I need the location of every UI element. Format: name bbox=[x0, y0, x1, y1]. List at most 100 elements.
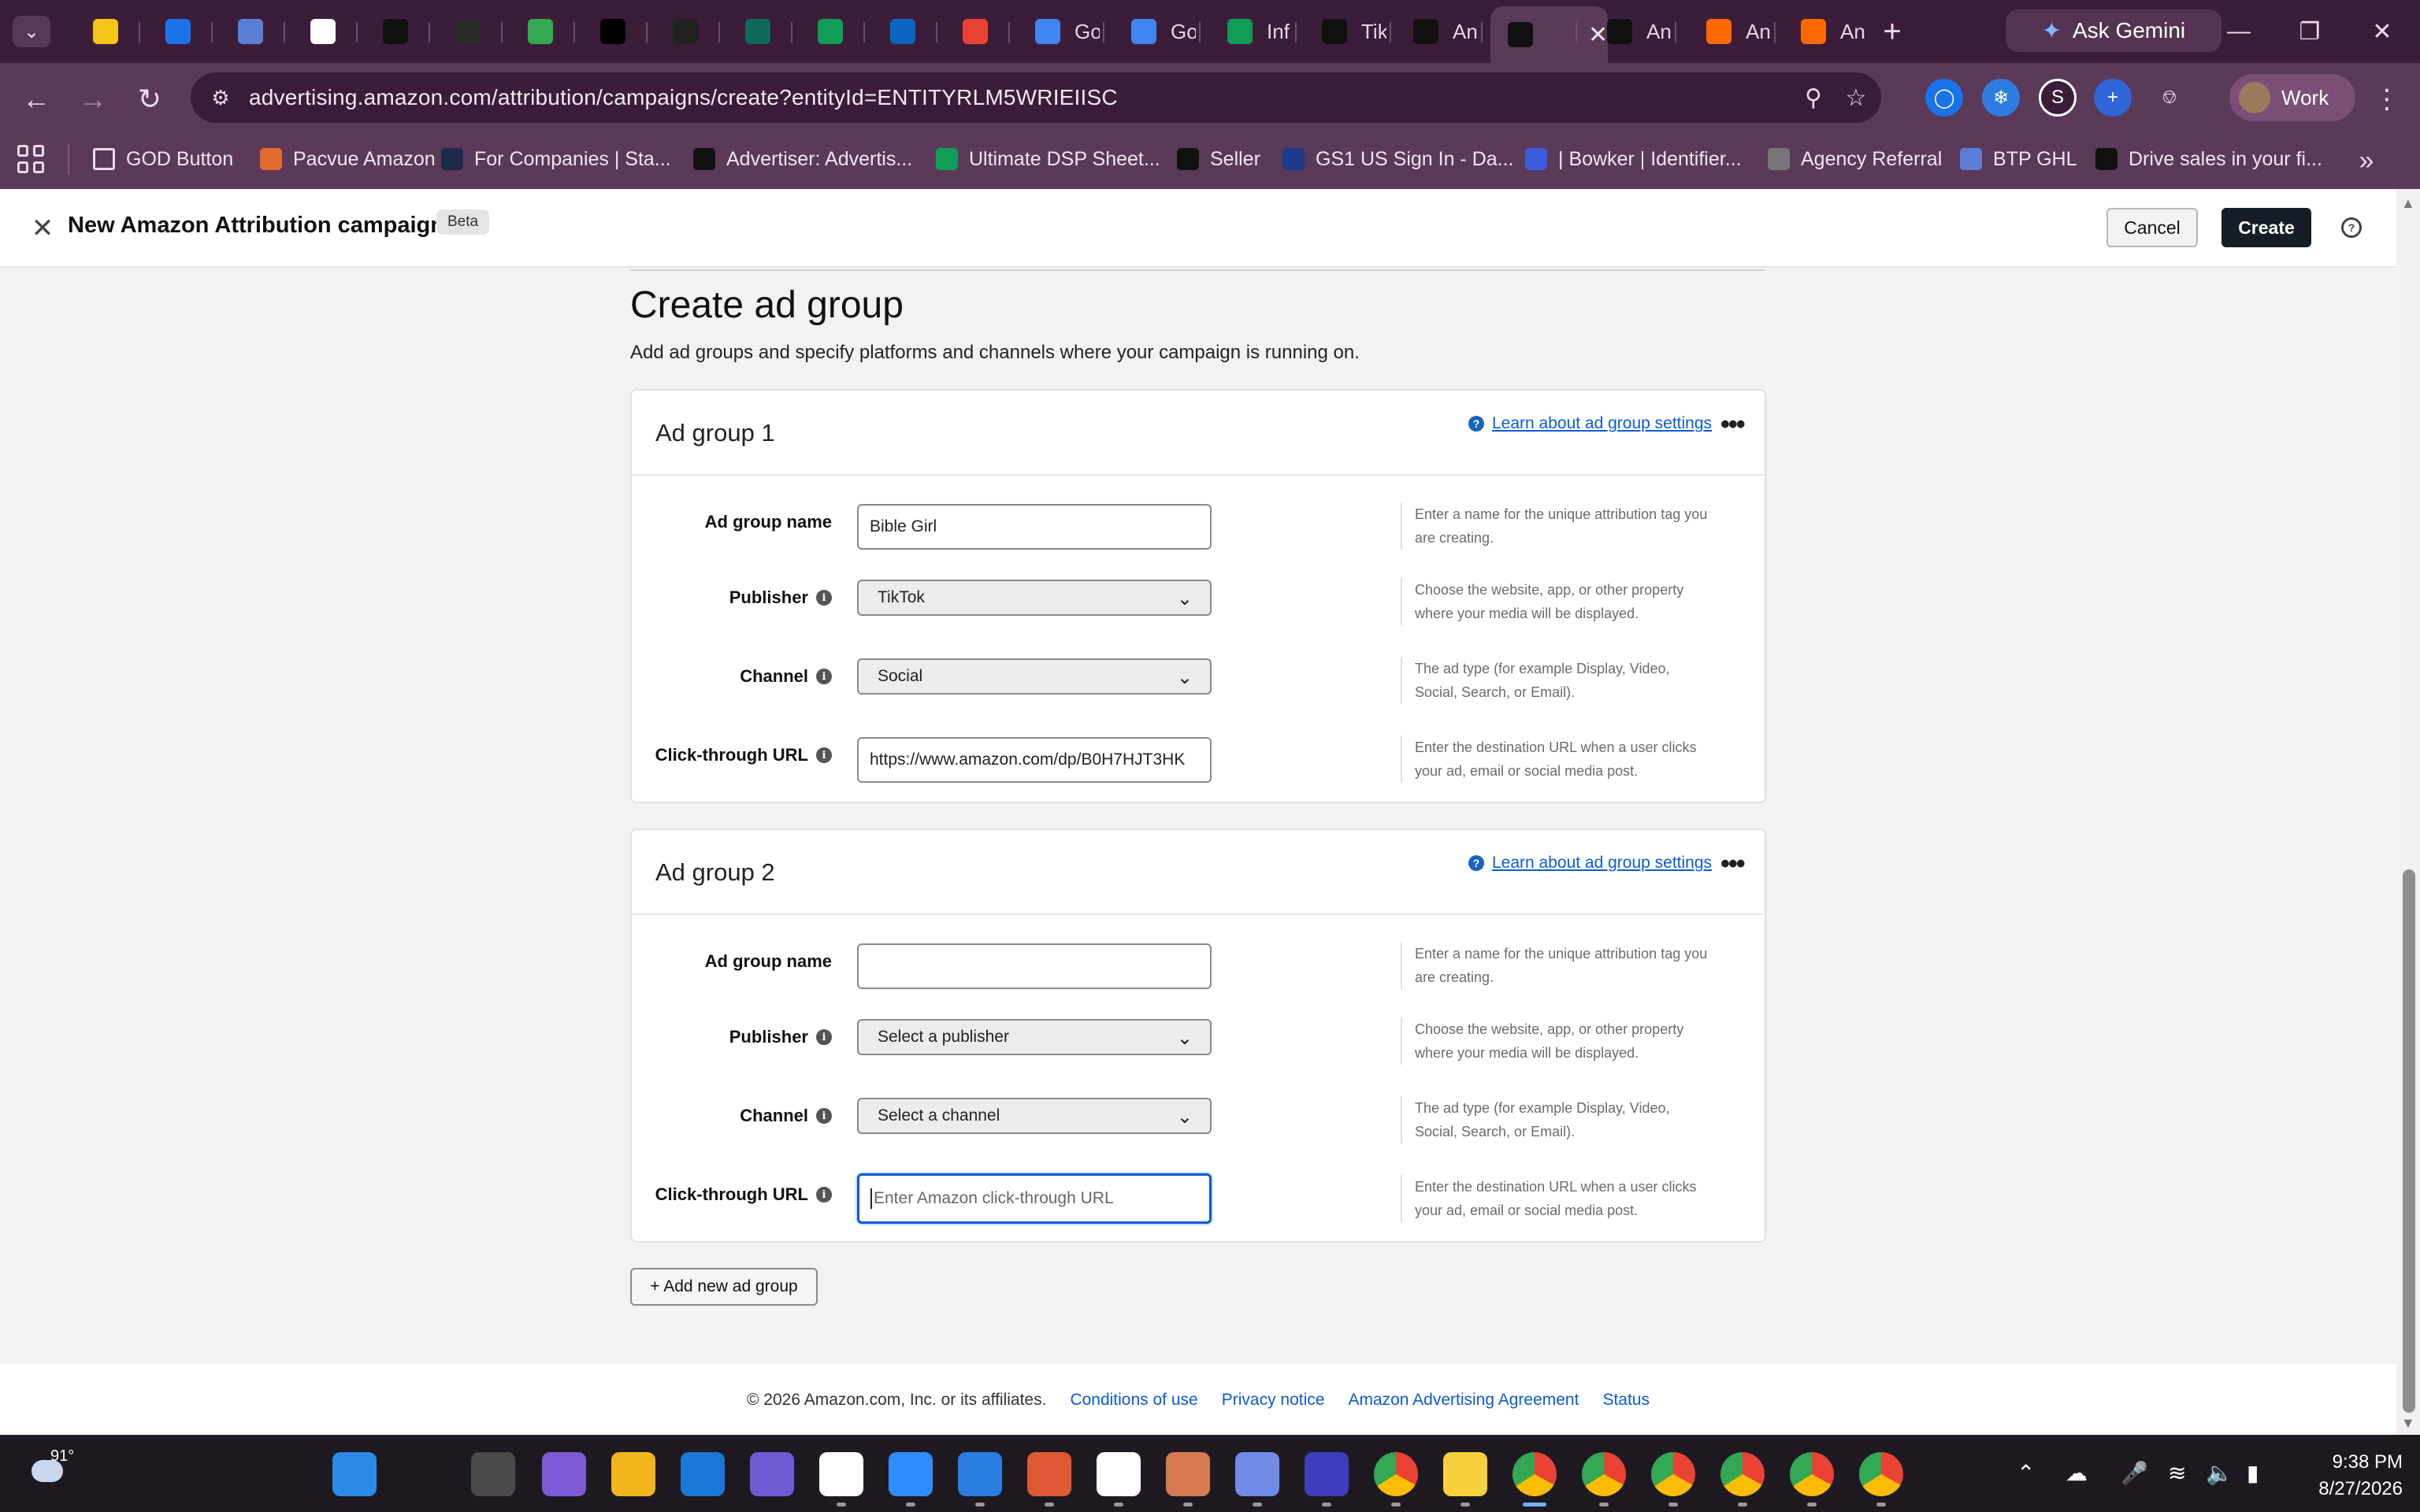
bookmark-star-icon[interactable]: ☆ bbox=[1837, 79, 1875, 117]
extension-s-icon[interactable]: S bbox=[2039, 79, 2077, 117]
browser-tab[interactable]: Inf bbox=[1210, 9, 1292, 54]
bookmark-item[interactable]: | Bowker | Identifier... bbox=[1525, 142, 1742, 176]
scroll-down-icon[interactable]: ▼ bbox=[2401, 1415, 2415, 1432]
close-icon[interactable]: ✕ bbox=[28, 213, 57, 243]
chrome-icon[interactable] bbox=[1859, 1452, 1903, 1496]
duckduckgo-icon[interactable] bbox=[1027, 1452, 1071, 1496]
grammarly-icon[interactable] bbox=[1305, 1452, 1349, 1496]
browser-tab[interactable]: M bbox=[945, 9, 988, 54]
browser-tab[interactable]: An bbox=[1783, 9, 1865, 54]
microphone-icon[interactable]: 🎤 bbox=[2121, 1460, 2148, 1486]
scroll-up-icon[interactable]: ▲ bbox=[2401, 195, 2415, 212]
bookmark-item[interactable]: For Companies | Sta... bbox=[441, 142, 671, 176]
chrome-icon[interactable] bbox=[1512, 1452, 1557, 1496]
info-icon[interactable]: i bbox=[816, 1108, 832, 1124]
close-window-button[interactable]: ✕ bbox=[2359, 14, 2406, 49]
bookmark-item[interactable]: Drive sales in your fi... bbox=[2095, 142, 2322, 176]
footer-link-privacy[interactable]: Privacy notice bbox=[1222, 1391, 1325, 1410]
copilot-icon[interactable] bbox=[542, 1452, 586, 1496]
bookmark-item[interactable]: GOD Button bbox=[93, 142, 233, 176]
reload-button[interactable]: ↻ bbox=[131, 80, 169, 118]
browser-tab[interactable] bbox=[583, 9, 625, 54]
profile-button[interactable]: Work bbox=[2229, 74, 2355, 121]
footer-link-agreement[interactable]: Amazon Advertising Agreement bbox=[1348, 1391, 1579, 1410]
address-bar[interactable]: ⚙ advertising.amazon.com/attribution/cam… bbox=[191, 72, 1881, 123]
browser-tab[interactable] bbox=[293, 9, 336, 54]
browser-tab[interactable]: SP bbox=[438, 9, 481, 54]
new-tab-button[interactable]: + bbox=[1873, 13, 1911, 50]
browser-tab[interactable] bbox=[655, 9, 698, 54]
weather-widget[interactable]: 91° bbox=[28, 1447, 76, 1496]
edge-icon[interactable] bbox=[681, 1452, 725, 1496]
cancel-button[interactable]: Cancel bbox=[2106, 208, 2198, 247]
extension-1password-icon[interactable]: ◯ bbox=[1925, 79, 1963, 117]
url-text[interactable]: advertising.amazon.com/attribution/campa… bbox=[249, 85, 1118, 110]
browser-tab[interactable]: An bbox=[1590, 9, 1672, 54]
claude-icon[interactable] bbox=[1166, 1452, 1210, 1496]
browser-tab[interactable]: Tik bbox=[1305, 9, 1386, 54]
info-icon[interactable]: i bbox=[816, 590, 832, 606]
footer-link-status[interactable]: Status bbox=[1602, 1391, 1650, 1410]
bookmarks-overflow-button[interactable]: » bbox=[2349, 143, 2384, 178]
learn-more-link[interactable]: Learn about ad group settings bbox=[1492, 414, 1712, 433]
ad-group-help-link[interactable]: ? Learn about ad group settings bbox=[1468, 854, 1712, 873]
chrome-icon[interactable] bbox=[1374, 1452, 1418, 1496]
browser-tab[interactable]: K bbox=[366, 9, 408, 54]
click-through-url-input[interactable]: Enter Amazon click-through URL bbox=[857, 1173, 1212, 1224]
browser-tab[interactable]: in bbox=[873, 9, 915, 54]
more-options-icon[interactable]: ••• bbox=[1720, 849, 1746, 880]
browser-tab[interactable] bbox=[221, 9, 263, 54]
onedrive-icon[interactable]: ☁ bbox=[2066, 1460, 2088, 1486]
apps-grid-icon[interactable] bbox=[17, 145, 46, 173]
browser-tab[interactable] bbox=[76, 9, 118, 54]
ad-group-name-input[interactable] bbox=[857, 943, 1212, 989]
minimize-button[interactable]: — bbox=[2215, 14, 2262, 49]
chrome-icon[interactable] bbox=[1720, 1452, 1765, 1496]
zoom-icon[interactable] bbox=[889, 1452, 933, 1496]
click-through-url-input[interactable]: https://www.amazon.com/dp/B0H7HJT3HK bbox=[857, 737, 1212, 783]
extensions-puzzle-icon[interactable]: ⎊ bbox=[2151, 79, 2188, 117]
channel-select[interactable]: Social ⌄ bbox=[857, 658, 1212, 695]
browser-tab[interactable] bbox=[800, 9, 843, 54]
task-view-icon[interactable] bbox=[471, 1452, 515, 1496]
ad-group-help-link[interactable]: ? Learn about ad group settings bbox=[1468, 414, 1712, 433]
system-clock[interactable]: 9:38 PM 8/27/2026 bbox=[2316, 1449, 2403, 1503]
learn-more-link[interactable]: Learn about ad group settings bbox=[1492, 854, 1712, 873]
bookmark-item[interactable]: Seller bbox=[1177, 142, 1260, 176]
bookmark-item[interactable]: Pacvue Amazon bbox=[260, 142, 436, 176]
restore-button[interactable]: ❐ bbox=[2286, 14, 2333, 49]
chrome-icon[interactable] bbox=[1582, 1452, 1626, 1496]
extension-snowflake-icon[interactable]: ❄ bbox=[1982, 79, 2020, 117]
publisher-select[interactable]: TikTok ⌄ bbox=[857, 580, 1212, 616]
browser-tab[interactable] bbox=[510, 9, 553, 54]
search-icon[interactable] bbox=[402, 1452, 446, 1496]
browser-tab[interactable]: An bbox=[1396, 9, 1478, 54]
capcut-icon[interactable] bbox=[1097, 1452, 1141, 1496]
windows-start-icon[interactable] bbox=[332, 1452, 377, 1496]
info-icon[interactable]: i bbox=[816, 1187, 832, 1203]
slack-icon[interactable] bbox=[819, 1452, 863, 1496]
sticky-notes-icon[interactable] bbox=[1443, 1452, 1487, 1496]
back-button[interactable]: ← bbox=[17, 80, 55, 118]
forward-button[interactable]: → bbox=[74, 80, 112, 118]
tab-search-button[interactable]: ⌄ bbox=[13, 16, 50, 47]
bookmark-item[interactable]: Agency Referral bbox=[1768, 142, 1942, 176]
add-ad-group-button[interactable]: + Add new ad group bbox=[630, 1268, 818, 1306]
file-explorer-icon[interactable] bbox=[611, 1452, 655, 1496]
help-icon[interactable]: ? bbox=[2341, 217, 2362, 238]
site-info-icon[interactable]: ⚙ bbox=[203, 80, 238, 115]
info-icon[interactable]: i bbox=[816, 669, 832, 684]
info-icon[interactable]: i bbox=[816, 747, 832, 763]
vertical-scrollbar[interactable]: ▲ ▼ bbox=[2396, 189, 2420, 1435]
chevron-up-icon[interactable]: ⌃ bbox=[2017, 1460, 2035, 1486]
battery-icon[interactable]: ▮ bbox=[2247, 1460, 2259, 1486]
chrome-icon[interactable] bbox=[1651, 1452, 1695, 1496]
info-icon[interactable]: i bbox=[816, 1029, 832, 1045]
footer-link-conditions[interactable]: Conditions of use bbox=[1070, 1391, 1197, 1410]
snipping-tool-icon[interactable] bbox=[750, 1452, 794, 1496]
browser-tab[interactable]: 27 bbox=[148, 9, 191, 54]
bookmark-item[interactable]: BTP GHL bbox=[1960, 142, 2077, 176]
publisher-select[interactable]: Select a publisher ⌄ bbox=[857, 1019, 1212, 1055]
browser-tab[interactable] bbox=[728, 9, 770, 54]
chrome-icon[interactable] bbox=[1790, 1452, 1834, 1496]
